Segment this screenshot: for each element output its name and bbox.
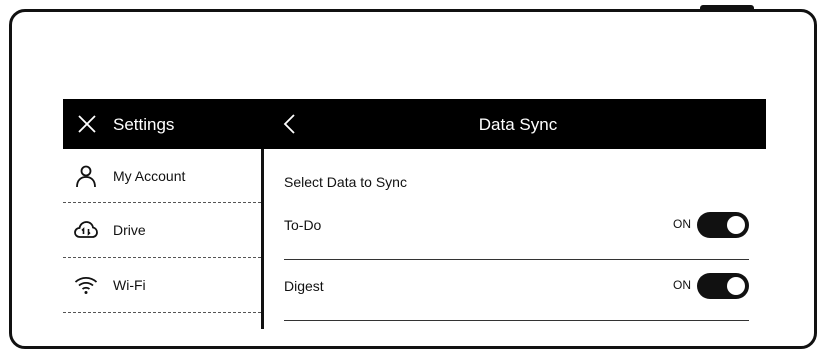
close-icon[interactable] (77, 114, 97, 134)
data-sync-panel: Select Data to Sync To-Do ON Digest ON (266, 149, 766, 329)
toggle-knob (727, 277, 745, 295)
settings-title: Settings (113, 115, 175, 134)
sidebar-item-label: Wi-Fi (113, 277, 146, 293)
sync-row-digest[interactable]: Digest ON (284, 265, 749, 321)
settings-screen: Settings Data Sync My Account Drive Wi-F… (63, 99, 766, 329)
power-button (700, 5, 754, 12)
header-bar: Settings Data Sync (63, 99, 766, 149)
sidebar-item-drive[interactable]: Drive (63, 203, 261, 258)
back-arrow-icon[interactable] (282, 113, 298, 135)
row-label: To-Do (284, 217, 322, 233)
settings-sidebar: My Account Drive Wi-Fi (63, 149, 264, 329)
wifi-icon (74, 276, 98, 294)
toggle-state-label: ON (673, 217, 691, 231)
toggle-switch[interactable] (697, 273, 749, 299)
sidebar-item-wifi[interactable]: Wi-Fi (63, 258, 261, 313)
row-divider (284, 259, 749, 260)
sidebar-item-label: Drive (113, 222, 146, 238)
sidebar-item-label: My Account (113, 168, 186, 184)
page-title: Data Sync (478, 115, 558, 134)
row-divider (284, 320, 749, 321)
person-icon (76, 165, 96, 188)
cloud-sync-icon (74, 221, 98, 238)
toggle-state-label: ON (673, 278, 691, 292)
section-title: Select Data to Sync (284, 174, 407, 190)
toggle-knob (727, 216, 745, 234)
toggle-switch[interactable] (697, 212, 749, 238)
sync-row-todo[interactable]: To-Do ON (284, 204, 749, 260)
sidebar-item-my-account[interactable]: My Account (63, 149, 261, 203)
row-label: Digest (284, 278, 324, 294)
